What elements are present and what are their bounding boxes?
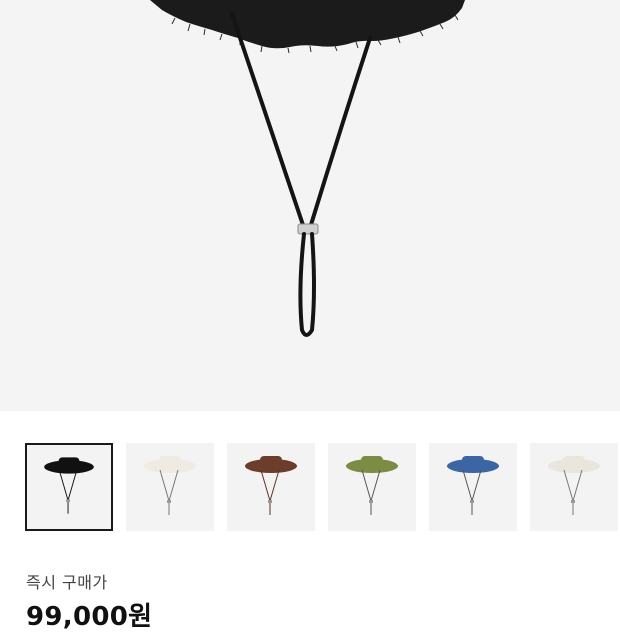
product-main-image[interactable] — [0, 0, 620, 411]
thumbnail-hat-image — [346, 456, 398, 515]
instant-buy-price-label: 즉시 구매가 — [26, 573, 108, 592]
thumbnail-off-white[interactable] — [530, 443, 618, 531]
thumbnail-hat-image — [447, 456, 499, 515]
thumbnail-blue[interactable] — [429, 443, 517, 531]
thumbnail-cream[interactable] — [126, 443, 214, 531]
color-thumbnail-strip — [0, 443, 620, 533]
instant-buy-price: 99,000원 — [26, 602, 153, 632]
bucket-hat-drawing — [150, 0, 465, 337]
thumbnail-hat-image — [44, 457, 94, 514]
thumbnail-hat-image — [245, 456, 297, 515]
thumbnail-olive[interactable] — [328, 443, 416, 531]
thumbnail-hat-image — [548, 456, 600, 515]
thumbnail-hat-image — [144, 456, 196, 515]
thumbnail-black[interactable] — [25, 443, 113, 531]
thumbnail-brown[interactable] — [227, 443, 315, 531]
